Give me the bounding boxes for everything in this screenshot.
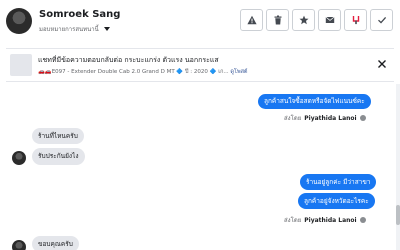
message-bubble-incoming[interactable]: รับประกันยังไง (32, 148, 85, 165)
message-text: ลูกค้าสนใจซื้อสดหรือจัดไฟแนนซ์คะ (264, 97, 365, 106)
view-post-link[interactable]: ดูโพสต์ (230, 69, 247, 75)
avatar[interactable] (6, 8, 32, 34)
mark-unread-button[interactable] (318, 9, 341, 31)
mark-done-button[interactable] (370, 9, 393, 31)
follow-up-icon (352, 16, 359, 25)
trash-icon (274, 15, 281, 25)
post-description: 🚗🚗E097 - Extender Double Cab 2.0 Grand D… (38, 69, 229, 75)
close-icon (378, 60, 386, 68)
info-icon[interactable] (359, 115, 366, 121)
sender-name: Piyathida Lanoi (304, 114, 357, 122)
message-bubble-outgoing[interactable]: ลูกค้าสนใจซื้อสดหรือจัดไฟแนนซ์คะ (258, 94, 371, 109)
message-bubble-incoming[interactable]: ร้านที่ไหนครับ (32, 128, 84, 144)
sent-by-prefix: ส่งโดย (284, 217, 302, 224)
scrollbar-thumb[interactable] (396, 205, 400, 225)
message-bubble-incoming[interactable]: ขอบคุณครับ (32, 236, 79, 250)
message-text: รับประกันยังไง (38, 152, 79, 161)
message-bubble-outgoing[interactable]: ลูกค้าอยู่จังหวัดอะไรคะ (298, 193, 375, 209)
action-toolbar (240, 9, 393, 31)
checkmark-icon (377, 16, 386, 24)
sent-by-label: ส่งโดย Piyathida Lanoi (284, 113, 366, 123)
star-button[interactable] (292, 9, 315, 31)
delete-button[interactable] (266, 9, 289, 31)
info-icon[interactable] (359, 217, 366, 223)
message-text: ร้านที่ไหนครับ (38, 131, 78, 140)
message-text: ลูกค้าอยู่จังหวัดอะไรคะ (304, 196, 369, 205)
caret-down-icon (103, 27, 110, 31)
message-text: ขอบคุณครับ (38, 239, 73, 248)
message-bubble-outgoing[interactable]: ร้านอยู่ลูกค่ะ มีว่าสาขา (300, 174, 377, 190)
assign-label: มอบหมายการสนทนานี้ (39, 26, 99, 33)
message-text: ร้านอยู่ลูกค่ะ มีว่าสาขา (306, 177, 371, 186)
scrollbar-track[interactable] (396, 84, 400, 250)
assign-conversation[interactable]: มอบหมายการสนทนานี้ (39, 24, 110, 34)
post-thumbnail (10, 54, 32, 76)
sent-by-prefix: ส่งโดย (284, 115, 302, 122)
close-button[interactable] (376, 58, 388, 70)
report-button[interactable] (240, 9, 263, 31)
sender-name: Piyathida Lanoi (304, 216, 357, 224)
sent-by-label: ส่งโดย Piyathida Lanoi (284, 215, 366, 225)
post-reference-card[interactable]: แชทที่มีข้อความตอบกลับต่อ กระบะแกร่ง ตัว… (6, 48, 394, 82)
conversation-header: Somroek Sang มอบหมายการสนทนานี้ (0, 0, 400, 44)
contact-name[interactable]: Somroek Sang (39, 9, 120, 20)
star-icon (299, 15, 308, 25)
post-meta: 🚗🚗E097 - Extender Double Cab 2.0 Grand D… (38, 68, 368, 76)
post-title: แชทที่มีข้อความตอบกลับต่อ กระบะแกร่ง ตัว… (38, 56, 219, 64)
follow-up-button[interactable] (344, 9, 367, 31)
envelope-icon (325, 16, 334, 23)
warning-icon (246, 15, 257, 25)
avatar[interactable] (12, 240, 26, 250)
avatar[interactable] (12, 151, 26, 165)
